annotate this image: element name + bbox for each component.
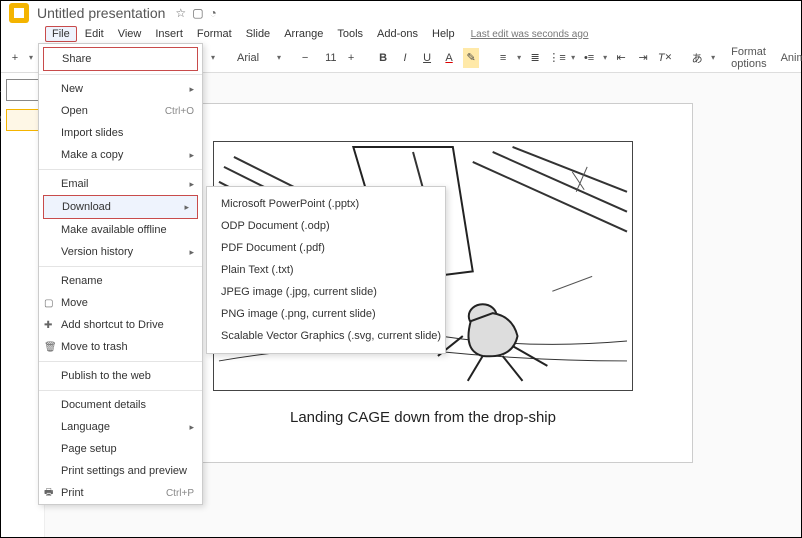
menu-slide[interactable]: Slide [240, 27, 276, 41]
highlight-button[interactable]: ✎ [463, 48, 479, 68]
download-txt[interactable]: Plain Text (.txt) [207, 259, 445, 281]
outdent-button[interactable]: ⇤ [613, 48, 629, 68]
numlist-dd-icon[interactable]: ▾ [571, 53, 575, 62]
file-print[interactable]: 🖶PrintCtrl+P [39, 482, 202, 504]
folder-move-icon[interactable]: ▢ [192, 6, 203, 20]
slides-logo[interactable] [9, 3, 29, 23]
file-language[interactable]: Language▸ [39, 416, 202, 438]
chevron-right-icon: ▸ [189, 150, 194, 161]
separator [39, 390, 202, 391]
underline-button[interactable]: U [419, 48, 435, 68]
menu-view[interactable]: View [112, 27, 148, 41]
download-odp[interactable]: ODP Document (.odp) [207, 215, 445, 237]
title-bar: Untitled presentation ☆ ▢ ◔ [1, 1, 801, 25]
menu-addons[interactable]: Add-ons [371, 27, 424, 41]
file-menu-dropdown: Share New▸ OpenCtrl+O Import slides Make… [38, 43, 203, 505]
folder-icon: ▢ [44, 298, 53, 309]
file-pagesetup[interactable]: Page setup [39, 438, 202, 460]
download-png[interactable]: PNG image (.png, current slide) [207, 303, 445, 325]
file-offline[interactable]: Make available offline [39, 219, 202, 241]
menu-insert[interactable]: Insert [149, 27, 189, 41]
chevron-right-icon: ▸ [189, 422, 194, 433]
last-edit-link[interactable]: Last edit was seconds ago [471, 29, 589, 40]
chevron-right-icon: ▸ [189, 179, 194, 190]
italic-button[interactable]: I [397, 48, 413, 68]
star-icon[interactable]: ☆ [175, 6, 186, 20]
separator [39, 74, 202, 75]
file-details[interactable]: Document details [39, 394, 202, 416]
font-size-input[interactable]: 11 [319, 50, 337, 66]
menu-file[interactable]: File [45, 26, 77, 42]
font-dec-button[interactable]: − [297, 48, 313, 68]
align-button[interactable]: ≡ [495, 48, 511, 68]
file-shortcut[interactable]: ✚Add shortcut to Drive [39, 314, 202, 336]
download-pptx[interactable]: Microsoft PowerPoint (.pptx) [207, 193, 445, 215]
text-color-button[interactable]: A [441, 48, 457, 68]
cloud-status-icon[interactable]: ◔ [210, 6, 217, 20]
menu-tools[interactable]: Tools [331, 27, 369, 41]
slide-thumbnail-2[interactable]: 2 [6, 109, 40, 131]
file-publish[interactable]: Publish to the web [39, 365, 202, 387]
file-download[interactable]: Download▸ [43, 195, 198, 219]
fill-dropdown-icon[interactable]: ▾ [211, 53, 215, 62]
file-print-preview[interactable]: Print settings and preview [39, 460, 202, 482]
chevron-right-icon: ▸ [189, 84, 194, 95]
file-copy[interactable]: Make a copy▸ [39, 144, 202, 166]
line-spacing-button[interactable]: ≣ [527, 48, 543, 68]
indent-button[interactable]: ⇥ [635, 48, 651, 68]
trash-icon: 🗑 [44, 342, 57, 353]
bold-button[interactable]: B [375, 48, 391, 68]
download-pdf[interactable]: PDF Document (.pdf) [207, 237, 445, 259]
animate-button[interactable]: Animate [781, 52, 802, 64]
clear-format-button[interactable]: T✕ [657, 48, 673, 68]
bullist-dd-icon[interactable]: ▾ [603, 53, 607, 62]
file-share[interactable]: Share [43, 47, 198, 71]
download-svg[interactable]: Scalable Vector Graphics (.svg, current … [207, 325, 445, 347]
download-submenu: Microsoft PowerPoint (.pptx) ODP Documen… [206, 186, 446, 354]
file-open[interactable]: OpenCtrl+O [39, 100, 202, 122]
separator [39, 169, 202, 170]
file-history[interactable]: Version history▸ [39, 241, 202, 263]
font-inc-button[interactable]: + [343, 48, 359, 68]
input-dd-icon[interactable]: ▾ [711, 53, 715, 62]
file-rename[interactable]: Rename [39, 270, 202, 292]
separator [39, 361, 202, 362]
bulleted-list-button[interactable]: •≡ [581, 48, 597, 68]
file-move[interactable]: ▢Move [39, 292, 202, 314]
numbered-list-button[interactable]: ⋮≡ [549, 48, 565, 68]
font-dropdown-icon[interactable]: ▾ [277, 53, 281, 62]
add-shortcut-icon: ✚ [44, 320, 52, 331]
menu-arrange[interactable]: Arrange [278, 27, 329, 41]
file-import[interactable]: Import slides [39, 122, 202, 144]
file-trash[interactable]: 🗑Move to trash [39, 336, 202, 358]
file-new[interactable]: New▸ [39, 78, 202, 100]
chevron-right-icon: ▸ [184, 202, 189, 213]
separator [39, 266, 202, 267]
menu-bar: File Edit View Insert Format Slide Arran… [1, 25, 801, 43]
format-options-button[interactable]: Format options [731, 46, 766, 70]
slide-caption[interactable]: Landing CAGE down from the drop-ship [290, 409, 556, 426]
menu-format[interactable]: Format [191, 27, 238, 41]
download-jpg[interactable]: JPEG image (.jpg, current slide) [207, 281, 445, 303]
new-slide-button[interactable]: + [7, 48, 23, 68]
document-title[interactable]: Untitled presentation [37, 5, 165, 21]
file-email[interactable]: Email▸ [39, 173, 202, 195]
print-icon: 🖶 [44, 485, 53, 502]
menu-help[interactable]: Help [426, 27, 461, 41]
chevron-right-icon: ▸ [189, 247, 194, 258]
menu-edit[interactable]: Edit [79, 27, 110, 41]
slide-thumbnail-1[interactable]: 1 [6, 79, 40, 101]
new-slide-dropdown-icon[interactable]: ▾ [29, 53, 33, 62]
font-select[interactable]: Arial [231, 50, 271, 66]
input-tools-button[interactable]: あ [689, 48, 705, 68]
align-dd-icon[interactable]: ▾ [517, 53, 521, 62]
